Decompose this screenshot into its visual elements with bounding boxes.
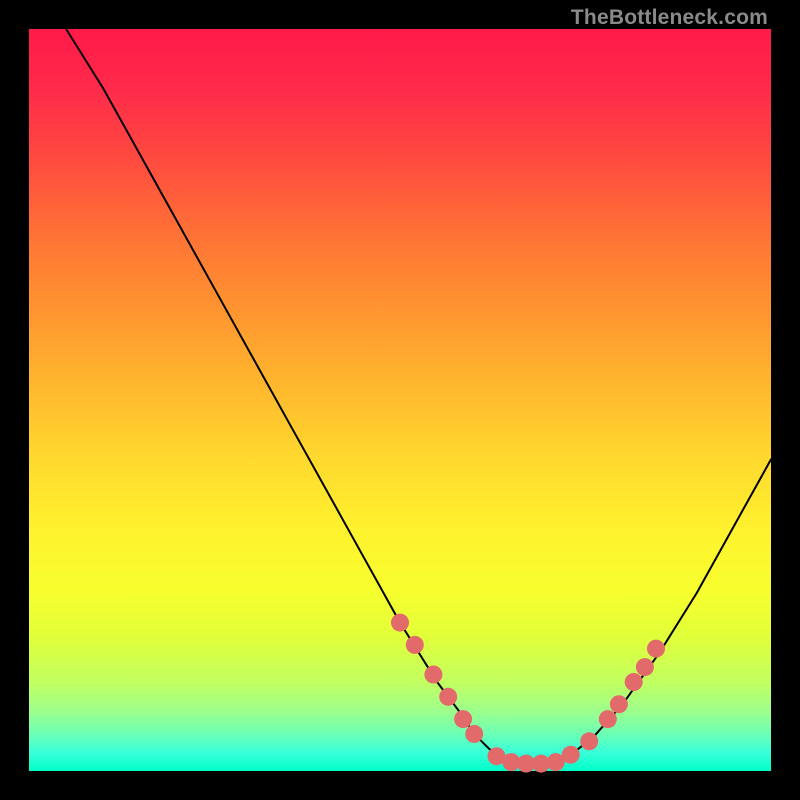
data-dot [636,658,654,676]
data-dot [454,710,472,728]
data-dot [625,673,643,691]
chart-container: TheBottleneck.com [0,0,800,800]
data-dot [647,640,665,658]
data-dot [406,636,424,654]
bottleneck-curve [66,29,771,764]
data-dot [391,614,409,632]
data-dot [599,710,617,728]
data-dot [424,666,442,684]
data-dot [562,746,580,764]
chart-svg [0,0,800,800]
data-dot [439,688,457,706]
data-dot [465,725,483,743]
data-dot [610,695,628,713]
data-dots [391,614,665,773]
data-dot [580,732,598,750]
